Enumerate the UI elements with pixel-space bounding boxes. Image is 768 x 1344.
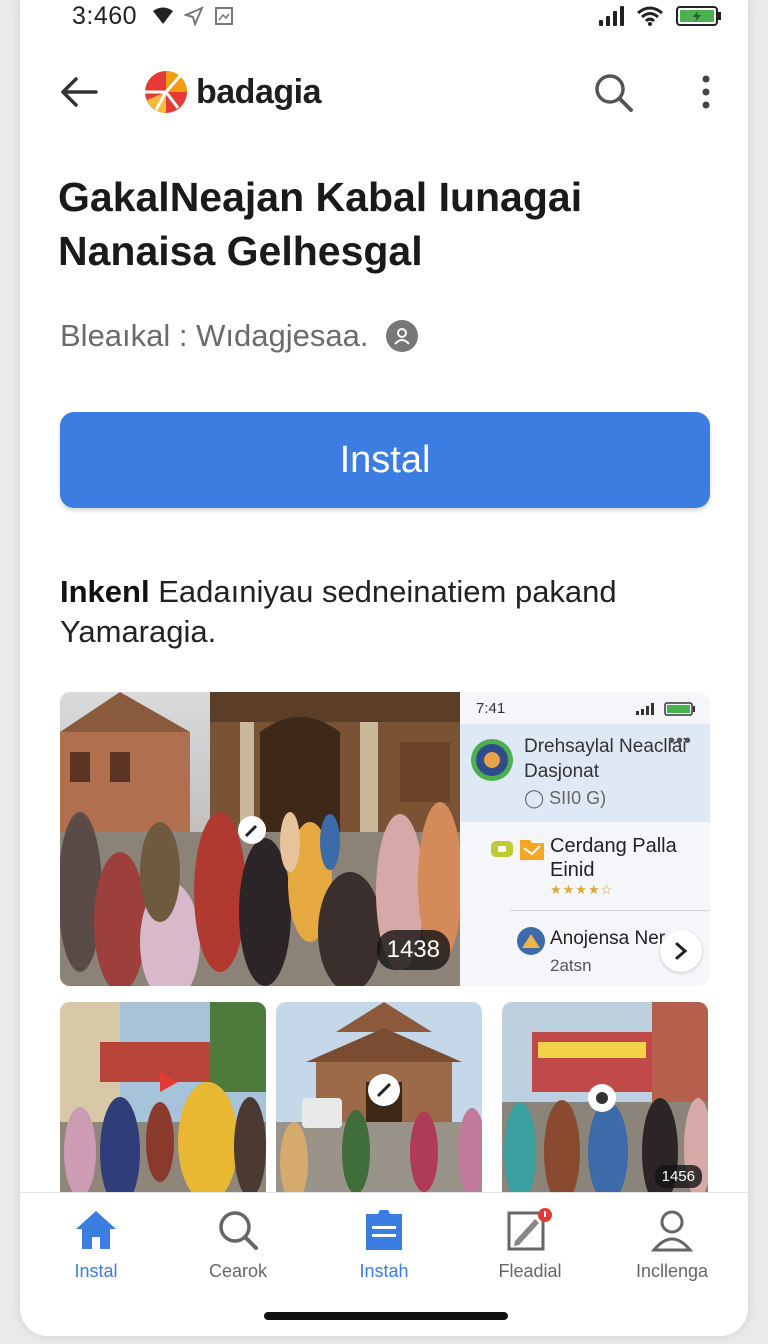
wifi-icon [637,6,663,26]
screenshot-small-2-image [276,1002,482,1192]
search-icon [595,74,633,112]
description-bold: Inkenl [60,574,150,609]
search-icon [219,1211,258,1250]
developer-icon[interactable] [386,320,419,352]
screenshot-app-ui[interactable]: 7:41 Drehsaylal Neacliai Dasjonat ◯ SII0… [460,692,710,986]
home-indicator[interactable] [264,1312,508,1320]
mini-status-icons [636,702,696,716]
home-icon [76,1211,116,1249]
nav-item-incllenga[interactable]: Incllenga [602,1207,742,1287]
mini-card3-title: Anojensa Ner [550,928,666,949]
battery-icon [676,6,721,26]
mini-card3-subtitle: 2atsn [550,956,592,975]
nav-label-instah: Instah [359,1261,409,1281]
edit-icon [507,1208,552,1251]
mini-next-button[interactable] [660,930,702,972]
screenshot-large[interactable]: 1438 [60,692,460,986]
phone-screen: 3:460 badagia GakalNeajan Kabal Iunagai … [20,0,748,1336]
document-icon [366,1210,402,1250]
person-icon [650,1210,694,1252]
back-button[interactable] [54,70,102,114]
screenshot-small-1-image [60,1002,266,1192]
mini-rating-stars: ★★★★☆ [550,882,614,897]
search-button[interactable] [588,68,638,116]
location-icon [184,6,204,26]
status-time: 3:460 [72,2,138,30]
chevron-right-icon [675,942,688,960]
nav-label-search: Cearok [208,1261,268,1281]
mini-card2-title: Cerdang Palla Einid [550,835,677,881]
mini-status-time: 7:41 [476,700,506,717]
mini-avatar-icon [517,927,545,955]
signal-icon [599,6,624,26]
app-title: GakalNeajan Kabal Iunagai Nanaisa Gelhes… [58,174,583,274]
status-left-icons [152,6,234,26]
nav-item-search[interactable]: Cearok [168,1207,308,1287]
mini-app-icon [471,739,513,781]
nav-item-instal[interactable]: Instal [26,1207,166,1287]
mini-card-featured: Drehsaylal Neacliai Dasjonat ◯ SII0 G) •… [460,724,710,822]
screenshot-badge: 1438 [376,930,450,970]
app-logo: badagia [144,70,321,114]
screenshot-small-3-badge: 1456 [654,1165,702,1188]
mini-divider [510,910,710,911]
status-right-icons [599,5,722,27]
nav-label-incllenga: Incllenga [635,1261,709,1281]
screenshot-small-3-image [502,1002,708,1192]
wifi-small-icon [153,7,173,24]
person-icon [394,328,411,345]
screenshot-small-3[interactable]: 1456 [502,1002,708,1192]
more-vertical-icon [702,75,710,109]
nav-label-instal: Instal [74,1261,118,1281]
mini-more-icon: ••• [667,730,692,752]
logo-icon [145,71,187,113]
app-bar: badagia [20,60,748,124]
back-arrow-icon [61,77,98,107]
nav-item-fleadial[interactable]: Fleadial [460,1207,600,1287]
more-options-button[interactable] [686,68,726,116]
mini-signal-icon [636,703,654,715]
image-icon [215,7,233,25]
screenshot-small-1[interactable] [60,1002,266,1192]
screenshot-small-2[interactable] [276,1002,482,1192]
developer-name: Bleaıkal : Wıdagjesaa. [60,318,369,353]
mini-chat-icon [491,841,513,857]
nav-item-instah[interactable]: Instah [314,1207,454,1287]
install-button[interactable]: Instal [60,412,710,508]
app-description: Inkenl Eadaıniyau sedneinatiem pakand Ya… [60,572,710,652]
status-bar: 3:460 [20,0,748,34]
nav-label-fleadial: Fleadial [498,1261,562,1281]
mini-card-subtitle: ◯ SII0 G) [524,788,607,808]
logo-text: badagia [196,72,321,111]
developer-row: Bleaıkal : Wıdagjesaa. [60,318,419,354]
mini-battery-icon [664,702,695,716]
mini-folder-icon [520,840,544,860]
